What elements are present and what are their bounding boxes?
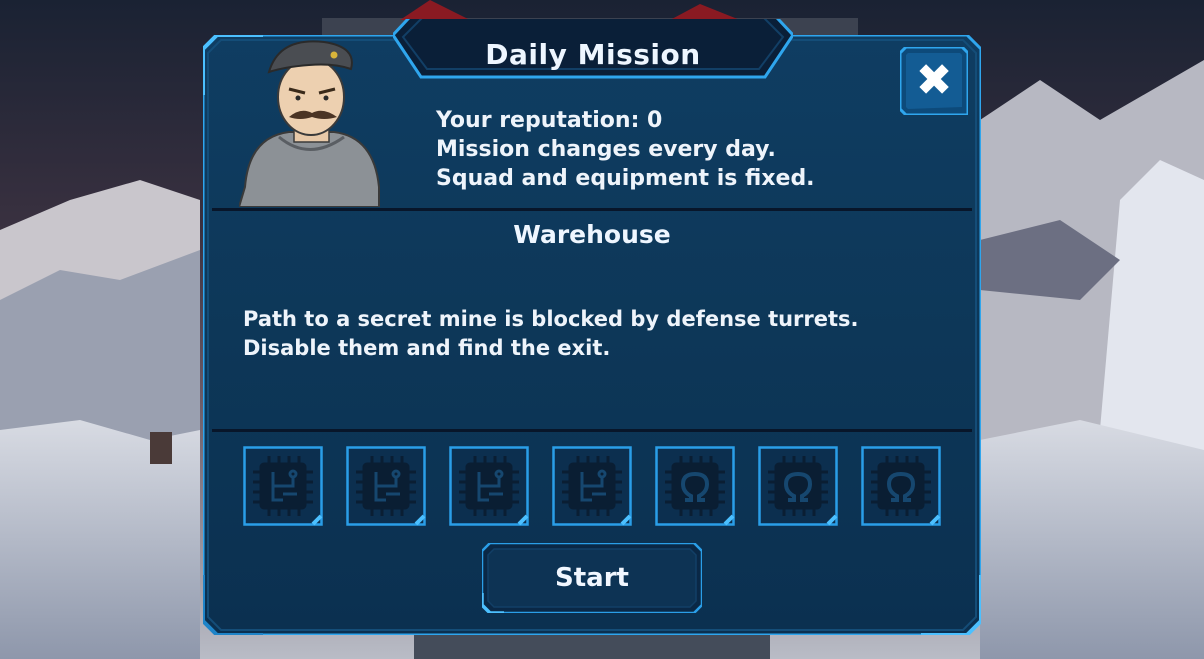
- equipment-slot[interactable]: [655, 446, 735, 526]
- equipment-slot[interactable]: [758, 446, 838, 526]
- equipment-slot[interactable]: [861, 446, 941, 526]
- close-button[interactable]: ✖: [898, 45, 970, 117]
- divider-bottom: [212, 429, 972, 432]
- mission-change-text: Mission changes every day.: [436, 137, 776, 162]
- divider-top: [212, 208, 972, 211]
- mission-description-line: Path to a secret mine is blocked by defe…: [243, 307, 859, 331]
- equipment-slot[interactable]: [552, 446, 632, 526]
- mission-info: Your reputation: 0 Mission changes every…: [436, 106, 815, 193]
- chip-circuit-icon: [243, 446, 323, 526]
- chip-circuit-icon: [552, 446, 632, 526]
- close-icon: ✖: [915, 55, 953, 106]
- equipment-slot[interactable]: [346, 446, 426, 526]
- mission-description-line: Disable them and find the exit.: [243, 336, 611, 360]
- chip-omega-icon: [655, 446, 735, 526]
- start-button[interactable]: Start: [480, 541, 704, 615]
- equipment-slot[interactable]: [243, 446, 323, 526]
- equipment-slot[interactable]: [449, 446, 529, 526]
- squad-fixed-text: Squad and equipment is fixed.: [436, 166, 815, 191]
- dialog-title: Daily Mission: [485, 38, 701, 71]
- daily-mission-dialog: Daily Mission ✖ Your reputation: 0 Missi…: [203, 19, 981, 635]
- chip-circuit-icon: [346, 446, 426, 526]
- chip-omega-icon: [758, 446, 838, 526]
- chip-circuit-icon: [449, 446, 529, 526]
- mission-name: Warehouse: [513, 220, 671, 249]
- mission-description: Path to a secret mine is blocked by defe…: [243, 305, 859, 363]
- commander-portrait: [239, 40, 380, 207]
- start-button-label: Start: [555, 563, 629, 593]
- equipment-slots: [243, 446, 943, 526]
- reputation-text: Your reputation: 0: [436, 108, 663, 133]
- chip-omega-icon: [861, 446, 941, 526]
